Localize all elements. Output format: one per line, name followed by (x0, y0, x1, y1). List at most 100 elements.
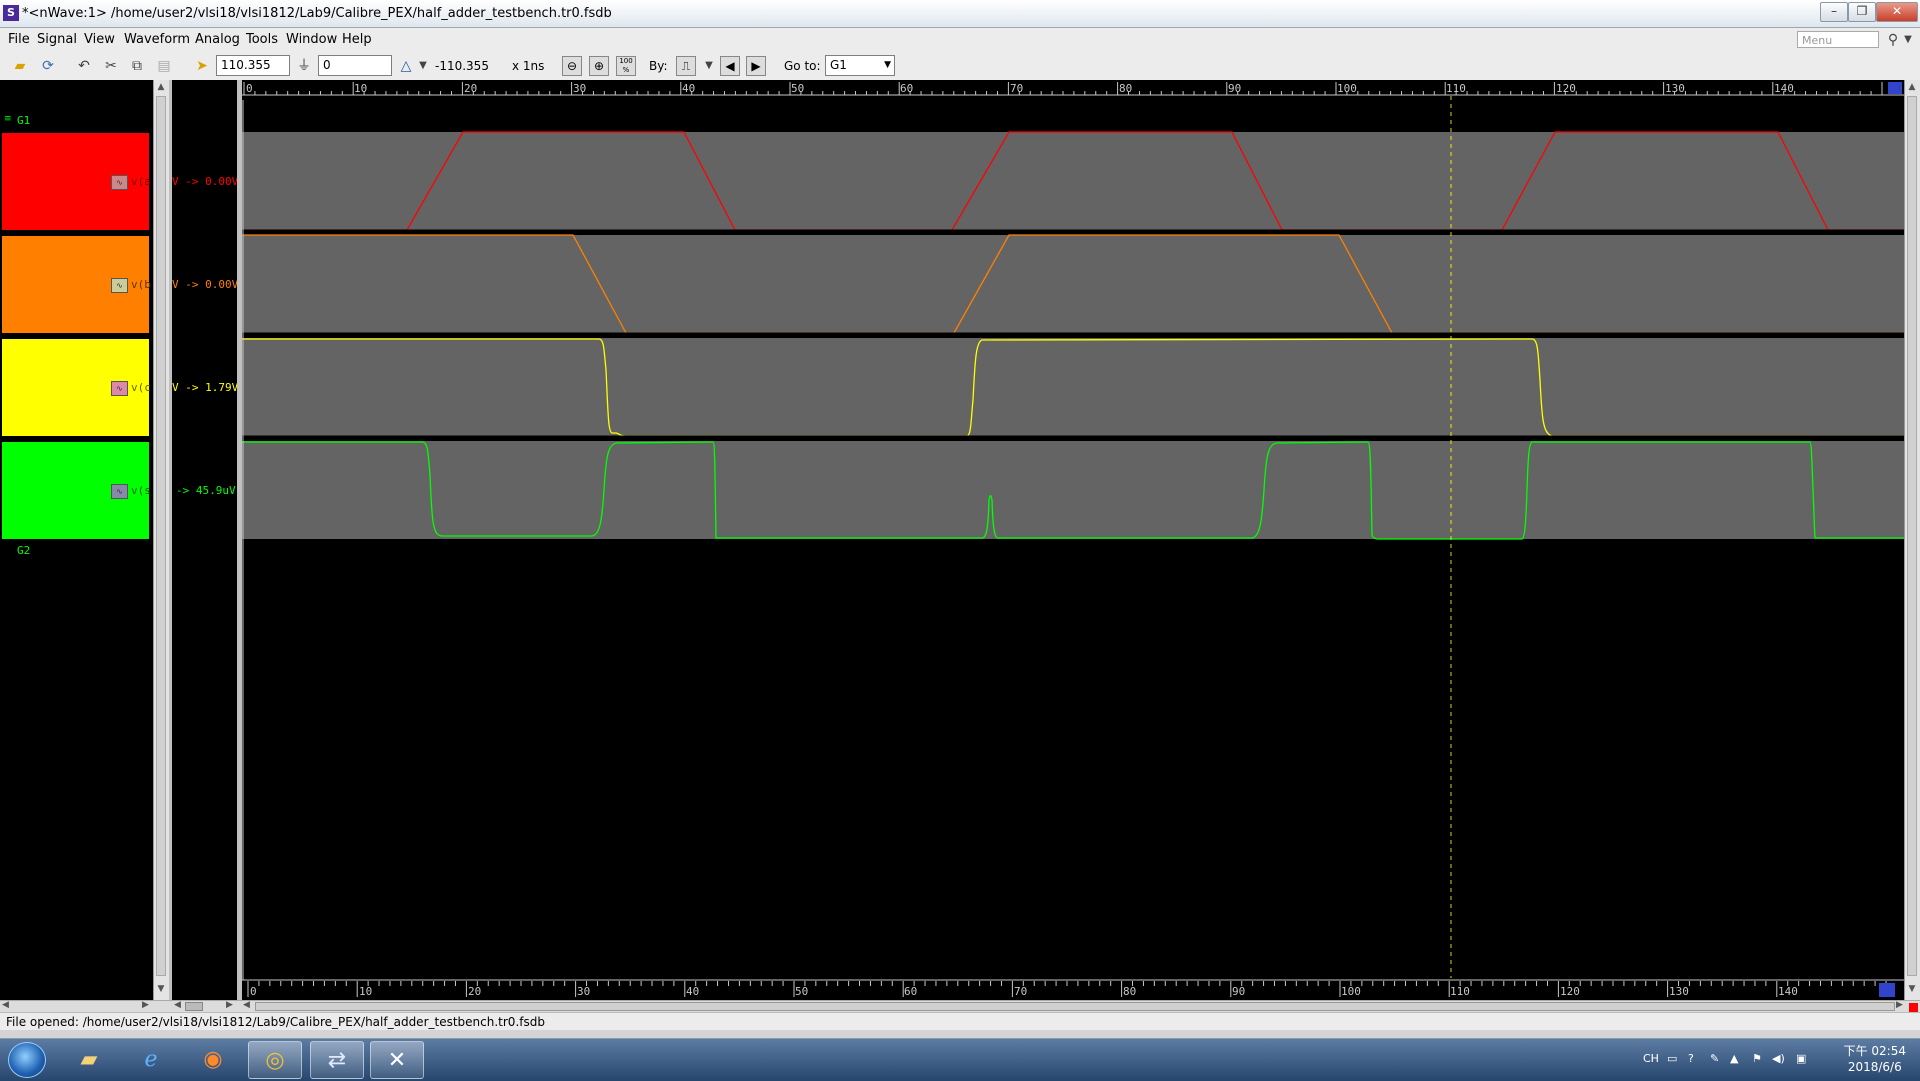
edge-type-icon[interactable]: ⎍ (676, 56, 696, 76)
marker-time-field[interactable]: 0 (318, 55, 392, 76)
waveform-row-b[interactable] (242, 235, 1904, 333)
group-label-g1[interactable]: G1 (17, 114, 30, 127)
ruler-handle[interactable] (1879, 983, 1895, 997)
menu-analog[interactable]: Analog (195, 32, 240, 47)
delta-dropdown-icon[interactable]: ▼ (413, 56, 433, 76)
menu-window[interactable]: Window (286, 32, 337, 47)
chevron-down-icon[interactable]: ▼ (1898, 30, 1918, 50)
network-tool-icon[interactable]: ⇄ (310, 1041, 364, 1079)
ruler-label: 70 (1014, 985, 1027, 998)
scroll-down-icon[interactable]: ▼ (156, 984, 166, 994)
ruler-label: 60 (900, 82, 913, 95)
ruler-label: 0 (250, 985, 257, 998)
marker-icon[interactable]: ⏚ (294, 56, 314, 76)
pen-icon[interactable]: ✎ (1710, 1052, 1719, 1065)
volume-icon[interactable]: ◀) (1772, 1052, 1785, 1065)
scroll-right-icon[interactable]: ▶ (226, 1000, 233, 1010)
reload-icon[interactable]: ⟳ (38, 56, 58, 76)
undo-icon[interactable]: ↶ (74, 56, 94, 76)
clock[interactable]: 下午 02:54 2018/6/6 (1844, 1043, 1906, 1075)
scroll-down-icon[interactable]: ▼ (1907, 984, 1917, 994)
signal-row-b[interactable]: ∿ v(b) (2, 236, 158, 333)
zoom-in-icon[interactable]: ⊕ (589, 56, 609, 76)
scroll-right-icon[interactable]: ▶ (142, 1000, 149, 1010)
waveform-row-c[interactable] (242, 338, 1904, 436)
internet-explorer-icon[interactable]: ℯ (124, 1041, 178, 1079)
goto-select[interactable]: G1 ▼ (825, 55, 895, 76)
x-server-icon[interactable]: ✕ (370, 1041, 424, 1079)
cursor-time-field[interactable]: 110.355 (216, 55, 290, 76)
start-button[interactable] (8, 1042, 46, 1078)
scroll-left-icon[interactable]: ◀ (2, 1000, 9, 1010)
action-center-icon[interactable]: ⚑ (1752, 1052, 1762, 1065)
waveform-pane[interactable]: 0 10 20 30 40 50 60 70 80 90 100 110 120… (242, 80, 1904, 1000)
menu-file[interactable]: File (8, 32, 30, 47)
scrollbar-thumb[interactable] (1907, 96, 1917, 976)
chevron-down-icon: ▼ (884, 60, 891, 70)
ruler-label: 40 (682, 82, 695, 95)
open-folder-icon[interactable]: ▰ (10, 56, 30, 76)
help-icon[interactable]: ? (1688, 1052, 1694, 1065)
file-explorer-icon[interactable]: ▰ (62, 1041, 116, 1079)
scroll-right-icon[interactable]: ▶ (1896, 1000, 1903, 1010)
signal-row-c[interactable]: ∿ v(c) (2, 339, 158, 436)
menu-tools[interactable]: Tools (246, 32, 278, 47)
show-hidden-icons-icon[interactable]: ▲ (1730, 1052, 1738, 1065)
zoom-fit-icon[interactable]: 100 % (616, 56, 636, 76)
restore-button[interactable]: ❐ (1848, 2, 1876, 22)
scrollbar-thumb[interactable] (156, 96, 166, 976)
waveform-scroll-thumb[interactable] (255, 1002, 1895, 1011)
minimize-button[interactable]: – (1820, 2, 1848, 22)
waveform-row-s[interactable] (242, 441, 1904, 539)
ruler-handle[interactable] (1888, 82, 1902, 94)
ruler-label: 0 (246, 82, 253, 95)
zoom-out-icon[interactable]: ⊖ (562, 56, 582, 76)
ruler-label: 90 (1232, 985, 1245, 998)
menu-search-input[interactable]: Menu (1797, 31, 1879, 48)
next-edge-icon[interactable]: ▶ (746, 56, 766, 76)
delta-time-value: -110.355 (435, 59, 489, 73)
scroll-left-icon[interactable]: ◀ (243, 1000, 250, 1010)
close-button[interactable]: ✕ (1876, 2, 1918, 22)
menu-signal[interactable]: Signal (37, 32, 77, 47)
signal-row-s[interactable]: ∿ v(s) (2, 442, 158, 539)
value-pane-scroll-thumb[interactable] (185, 1002, 203, 1011)
paste-icon[interactable]: ▤ (154, 56, 174, 76)
analog-signal-icon: ∿ (111, 484, 128, 499)
signal-value-s: -> 45.9uV (176, 484, 236, 497)
clock-time: 下午 02:54 (1843, 1044, 1906, 1058)
waveform-row-a[interactable] (242, 132, 1904, 230)
ruler-label: 30 (577, 985, 590, 998)
scroll-up-icon[interactable]: ▲ (1907, 82, 1917, 92)
keyboard-icon[interactable]: ▭ (1667, 1052, 1677, 1065)
toolbar: ▰ ⟳ ↶ ✂ ⧉ ▤ ➤ 110.355 ⏚ 0 △ ▼ -110.355 x… (0, 52, 1920, 81)
edge-dropdown-icon[interactable]: ▼ (699, 56, 719, 76)
scroll-left-icon[interactable]: ◀ (174, 1000, 181, 1010)
menu-help[interactable]: Help (342, 32, 372, 47)
firefox-icon[interactable]: ◉ (186, 1041, 240, 1079)
ruler-label: 140 (1778, 985, 1798, 998)
ruler-label: 120 (1556, 82, 1576, 95)
signal-pane-scrollbar[interactable]: ▲ ▼ (153, 80, 169, 1000)
chrome-icon[interactable]: ◎ (248, 1041, 302, 1079)
cursor-pointer-icon[interactable]: ➤ (192, 56, 212, 76)
group-label-g2[interactable]: G2 (17, 544, 30, 557)
scroll-up-icon[interactable]: ▲ (156, 82, 166, 92)
ruler-label: 10 (354, 82, 367, 95)
previous-edge-icon[interactable]: ◀ (720, 56, 740, 76)
waveform-vertical-scrollbar[interactable]: ▲ ▼ (1904, 80, 1920, 1000)
signal-row-a[interactable]: ∿ v(a) (2, 133, 158, 230)
time-unit-label: x 1ns (512, 59, 545, 73)
menu-view[interactable]: View (84, 32, 115, 47)
menu-waveform[interactable]: Waveform (124, 32, 190, 47)
network-icon[interactable]: ▣ (1796, 1052, 1806, 1065)
analog-signal-icon: ∿ (111, 175, 128, 190)
cut-icon[interactable]: ✂ (101, 56, 121, 76)
language-indicator[interactable]: CH (1643, 1052, 1659, 1065)
copy-icon[interactable]: ⧉ (127, 56, 147, 76)
menu-bar: File Signal View Waveform Analog Tools W… (0, 28, 1920, 53)
waveform-canvas[interactable]: 0 10 20 30 40 50 60 70 80 90 100 110 120… (242, 80, 1904, 1000)
expand-icon[interactable]: ≡ (4, 114, 12, 124)
ruler-label: 100 (1341, 985, 1361, 998)
ruler-label: 30 (573, 82, 586, 95)
